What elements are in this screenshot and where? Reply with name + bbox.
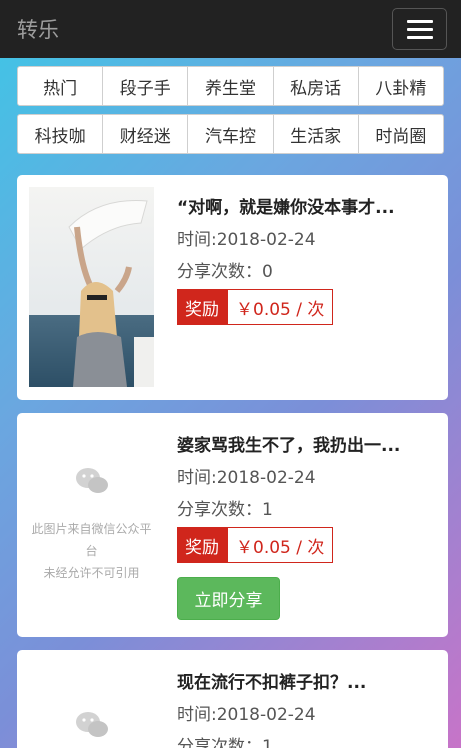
- placeholder-text: 未经允许不可引用: [43, 566, 140, 580]
- article-card[interactable]: 现在流行不扣裤子扣？... 时间:2018-02-24 分享次数：1: [17, 650, 448, 748]
- category-tab[interactable]: 私房话: [272, 66, 359, 106]
- reward-badge: 奖励 ￥0.05 / 次: [177, 289, 438, 325]
- category-tab[interactable]: 汽车控: [187, 114, 274, 154]
- share-count: 分享次数：1: [177, 737, 273, 748]
- category-tab[interactable]: 热门: [17, 66, 104, 106]
- article-title[interactable]: 婆家骂我生不了，我扔出一...: [177, 431, 438, 459]
- category-tab[interactable]: 时尚圈: [357, 114, 444, 154]
- article-thumbnail[interactable]: [29, 662, 154, 748]
- article-thumbnail[interactable]: [29, 187, 154, 387]
- wechat-icon: [75, 712, 108, 737]
- article-card[interactable]: 此图片来自微信公众平台 未经允许不可引用 婆家骂我生不了，我扔出一... 时间:…: [17, 413, 448, 637]
- woman-scarf-photo: [29, 187, 154, 387]
- category-row: 科技咖 财经迷 汽车控 生活家 时尚圈: [17, 114, 448, 154]
- placeholder-text: 此图片来自微信公众平台: [31, 522, 152, 558]
- category-tab[interactable]: 生活家: [272, 114, 359, 154]
- category-row: 热门 段子手 养生堂 私房话 八卦精: [17, 66, 448, 106]
- article-title[interactable]: “对啊，就是嫌你没本事才...: [177, 193, 438, 221]
- wechat-icon: [75, 468, 108, 493]
- image-placeholder: [29, 662, 154, 748]
- share-now-button[interactable]: 立即分享: [177, 577, 280, 620]
- share-count: 分享次数：0: [177, 262, 273, 282]
- article-info: 现在流行不扣裤子扣？... 时间:2018-02-24 分享次数：1: [177, 668, 438, 748]
- category-tab[interactable]: 八卦精: [357, 66, 444, 106]
- category-tab[interactable]: 养生堂: [187, 66, 274, 106]
- article-info: 婆家骂我生不了，我扔出一... 时间:2018-02-24 分享次数：1 奖励 …: [177, 431, 438, 620]
- category-tab[interactable]: 段子手: [102, 66, 189, 106]
- share-count: 分享次数：1: [177, 500, 273, 520]
- reward-label: 奖励: [177, 289, 227, 325]
- hamburger-icon-bar: [406, 27, 433, 31]
- article-thumbnail[interactable]: 此图片来自微信公众平台 未经允许不可引用: [29, 425, 154, 625]
- article-info: “对啊，就是嫌你没本事才... 时间:2018-02-24 分享次数：0 奖励 …: [177, 193, 438, 325]
- brand-title[interactable]: 转乐: [17, 14, 59, 44]
- reward-value: ￥0.05 / 次: [227, 527, 334, 563]
- article-card[interactable]: “对啊，就是嫌你没本事才... 时间:2018-02-24 分享次数：0 奖励 …: [17, 175, 448, 400]
- hamburger-icon-bar: [406, 35, 433, 39]
- menu-toggle-button[interactable]: [392, 8, 447, 50]
- image-placeholder: 此图片来自微信公众平台 未经允许不可引用: [29, 425, 154, 625]
- hamburger-icon-bar: [406, 19, 433, 23]
- reward-badge: 奖励 ￥0.05 / 次: [177, 527, 438, 563]
- article-time: 时间:2018-02-24: [177, 230, 316, 250]
- category-tab[interactable]: 财经迷: [102, 114, 189, 154]
- navbar: 转乐: [0, 0, 461, 58]
- reward-label: 奖励: [177, 527, 227, 563]
- article-time: 时间:2018-02-24: [177, 705, 316, 725]
- article-title[interactable]: 现在流行不扣裤子扣？...: [177, 668, 438, 696]
- category-tab[interactable]: 科技咖: [17, 114, 104, 154]
- reward-value: ￥0.05 / 次: [227, 289, 334, 325]
- article-time: 时间:2018-02-24: [177, 468, 316, 488]
- category-nav: 热门 段子手 养生堂 私房话 八卦精 科技咖 财经迷 汽车控 生活家 时尚圈: [17, 66, 448, 162]
